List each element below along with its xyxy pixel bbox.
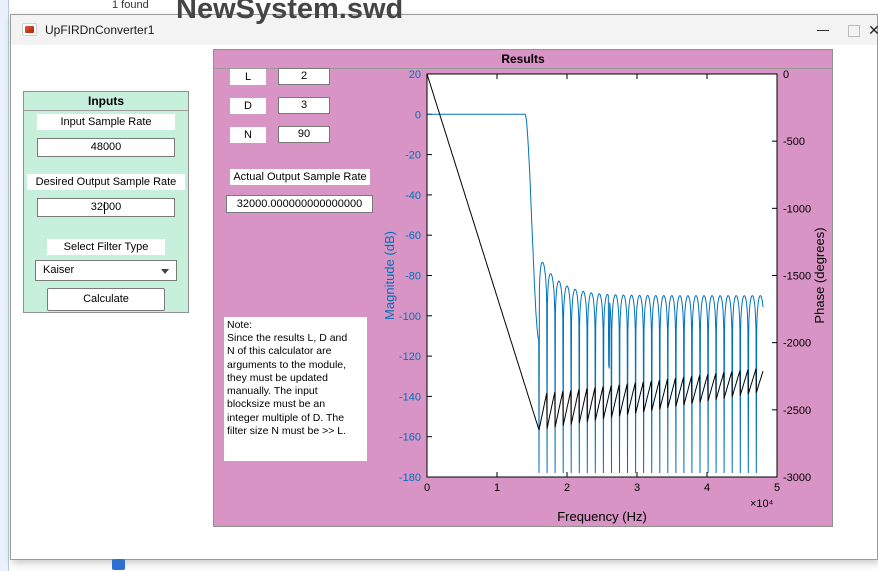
input-sample-rate-label: Input Sample Rate (37, 114, 175, 130)
calculate-button[interactable]: Calculate (47, 288, 165, 311)
results-panel: Results L 2 D 3 N 90 Actual Output Sampl… (213, 49, 833, 527)
svg-text:-120: -120 (399, 351, 421, 363)
svg-text:-1500: -1500 (783, 271, 811, 283)
filter-type-value: Kaiser (43, 264, 74, 276)
window-title: UpFIRDnConverter1 (45, 23, 154, 37)
svg-text:0: 0 (424, 482, 430, 494)
n-value-field[interactable]: 90 (278, 126, 330, 143)
svg-text:-40: -40 (405, 190, 421, 202)
svg-text:-3000: -3000 (783, 472, 811, 484)
svg-text:20: 20 (409, 69, 421, 81)
filter-type-dropdown[interactable]: Kaiser (35, 260, 177, 281)
inputs-panel: Inputs Input Sample Rate 48000 Desired O… (23, 91, 189, 313)
desktop: 1 found NewSystem.swd UpFIRDnConverter1 … (0, 0, 878, 571)
minimize-button[interactable] (809, 15, 837, 45)
results-plot: 0 1 2 3 4 5 20 0 -20 -40 -60 -80 -100 -120 -140 -160 -18… (364, 58, 834, 528)
svg-text:Magnitude (dB): Magnitude (dB) (382, 231, 397, 320)
svg-text:0: 0 (783, 69, 789, 81)
svg-text:-80: -80 (405, 271, 421, 283)
chevron-down-icon (161, 269, 169, 274)
filter-type-label: Select Filter Type (47, 239, 165, 255)
text-cursor (104, 202, 105, 214)
svg-text:-60: -60 (405, 230, 421, 242)
desired-output-rate-label: Desired Output Sample Rate (27, 174, 185, 190)
background-side-strip (0, 0, 9, 571)
svg-text:-2000: -2000 (783, 338, 811, 350)
note-text: Note: Since the results L, D and N of th… (224, 317, 367, 461)
svg-text:3: 3 (634, 482, 640, 494)
d-value-field[interactable]: 3 (278, 97, 330, 114)
svg-text:-100: -100 (399, 311, 421, 323)
background-window-title: NewSystem.swd (176, 0, 403, 26)
n-label: N (230, 127, 266, 143)
l-value-field[interactable]: 2 (278, 68, 330, 85)
svg-text:-1000: -1000 (783, 203, 811, 215)
title-bar[interactable]: UpFIRDnConverter1 ✕ (11, 15, 877, 45)
svg-text:-180: -180 (399, 472, 421, 484)
svg-text:0: 0 (415, 109, 421, 121)
svg-text:-20: -20 (405, 150, 421, 162)
input-sample-rate-field[interactable]: 48000 (37, 138, 175, 157)
inputs-panel-title: Inputs (24, 92, 188, 111)
svg-text:2: 2 (564, 482, 570, 494)
d-label: D (230, 98, 266, 114)
background-search-result: 1 found (112, 0, 149, 11)
desired-output-rate-value: 32000 (91, 201, 122, 213)
matlab-app-icon (22, 23, 37, 36)
svg-text:-500: -500 (783, 136, 805, 148)
svg-text:Phase (degrees): Phase (degrees) (812, 227, 827, 323)
l-label: L (230, 69, 266, 85)
svg-text:5: 5 (774, 482, 780, 494)
svg-text:-140: -140 (399, 391, 421, 403)
taskbar-icon[interactable] (112, 559, 125, 570)
svg-text:-160: -160 (399, 432, 421, 444)
actual-output-rate-field[interactable]: 32000.000000000000000 (226, 195, 373, 213)
desired-output-rate-field[interactable]: 32000 (37, 198, 175, 217)
svg-text:×10⁴: ×10⁴ (750, 498, 774, 510)
svg-text:1: 1 (494, 482, 500, 494)
frequency-response-chart: 0 1 2 3 4 5 20 0 -20 -40 -60 -80 -100 -120 -140 -160 -18… (364, 58, 834, 528)
actual-output-rate-label: Actual Output Sample Rate (230, 169, 370, 185)
app-window: UpFIRDnConverter1 ✕ Inputs Input Sample … (10, 14, 878, 560)
svg-text:4: 4 (704, 482, 710, 494)
close-button[interactable]: ✕ (861, 15, 878, 45)
svg-text:-2500: -2500 (783, 405, 811, 417)
svg-text:Frequency (Hz): Frequency (Hz) (557, 509, 647, 524)
